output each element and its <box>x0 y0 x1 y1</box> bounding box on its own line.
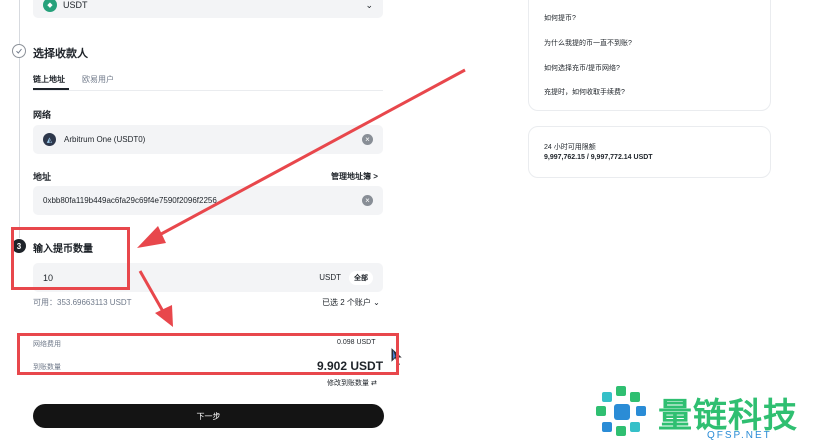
faq-item[interactable]: 如何选择充币/提币网络? <box>544 63 620 73</box>
faq-item[interactable]: 如何提币? <box>544 13 576 23</box>
annotation-arrow-to-amount-step <box>137 68 466 248</box>
brand-watermark-domain: QFSP.NET <box>707 430 772 441</box>
daily-limit-title: 24 小时可用限额 <box>544 144 596 151</box>
annotation-arrow-to-fee-summary <box>138 270 173 327</box>
daily-limit-value: 9,997,762.15 / 9,997,772.14 USDT <box>544 154 653 161</box>
faq-item[interactable]: 充提时，如何收取手续费? <box>544 87 625 97</box>
brand-logo-icon <box>596 386 646 436</box>
faq-card: 如何提币? 为什么我提的币一直不到账? 如何选择充币/提币网络? 充提时，如何收… <box>528 0 771 111</box>
faq-item[interactable]: 为什么我提的币一直不到账? <box>544 38 632 48</box>
daily-limit-card: 24 小时可用限额 9,997,762.15 / 9,997,772.14 US… <box>528 126 771 178</box>
